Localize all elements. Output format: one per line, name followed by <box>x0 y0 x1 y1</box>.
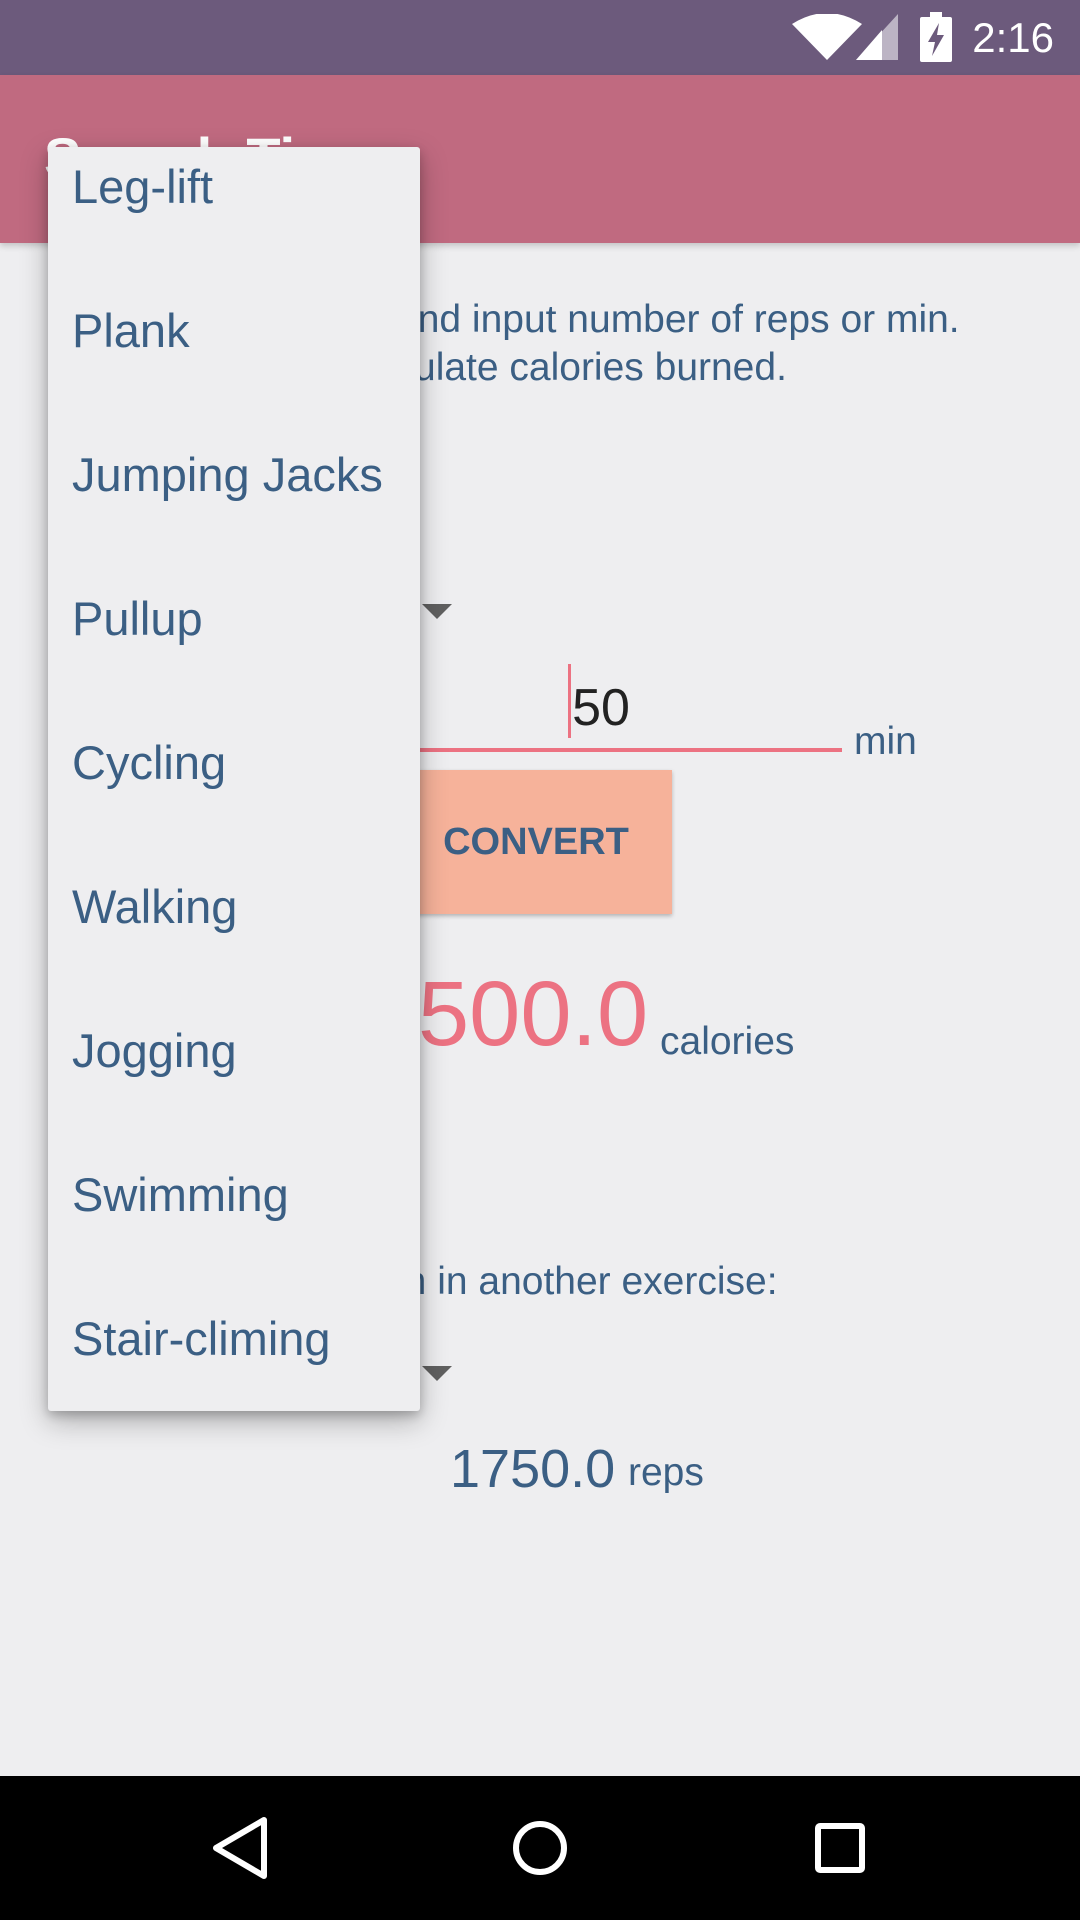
second-spinner-arrow-icon[interactable] <box>422 1366 452 1381</box>
reps-unit-label: reps <box>628 1451 704 1494</box>
input-unit-label: min <box>854 720 917 763</box>
dropdown-item-jogging[interactable]: Jogging <box>72 1021 237 1081</box>
reps-result: 1750.0 <box>450 1439 616 1499</box>
navigation-bar <box>0 1776 1080 1920</box>
battery-charging-icon <box>920 12 952 62</box>
signal-icon <box>856 14 898 60</box>
second-exercise-prompt: in in another exercise: <box>396 1260 778 1303</box>
instruction-line-2: ulate calories burned. <box>414 346 787 389</box>
home-icon[interactable] <box>498 1806 582 1890</box>
dropdown-item-leg-lift[interactable]: Leg-lift <box>72 157 213 217</box>
amount-input[interactable] <box>360 668 842 752</box>
status-bar: 2:16 <box>0 0 1080 75</box>
dropdown-item-walking[interactable]: Walking <box>72 877 237 937</box>
exercise-dropdown-menu: Leg-lift Plank Jumping Jacks Pullup Cycl… <box>48 147 420 1411</box>
dropdown-item-pullup[interactable]: Pullup <box>72 589 203 649</box>
instruction-line-1: and input number of reps or min. <box>396 298 960 341</box>
back-icon[interactable] <box>198 1806 282 1890</box>
dropdown-item-plank[interactable]: Plank <box>72 301 190 361</box>
dropdown-item-jumping-jacks[interactable]: Jumping Jacks <box>72 445 383 505</box>
recents-icon[interactable] <box>798 1806 882 1890</box>
dropdown-item-cycling[interactable]: Cycling <box>72 733 226 793</box>
dropdown-item-swimming[interactable]: Swimming <box>72 1165 289 1225</box>
calories-unit-label: calories <box>660 1020 795 1063</box>
convert-button[interactable]: CONVERT <box>400 770 672 914</box>
dropdown-item-stair-climing[interactable]: Stair-climing <box>72 1309 331 1369</box>
wifi-icon <box>792 14 862 60</box>
status-time: 2:16 <box>972 14 1054 61</box>
text-cursor <box>568 664 571 738</box>
calories-result: 500.0 <box>418 963 649 1065</box>
exercise-spinner-arrow-icon[interactable] <box>422 604 452 619</box>
